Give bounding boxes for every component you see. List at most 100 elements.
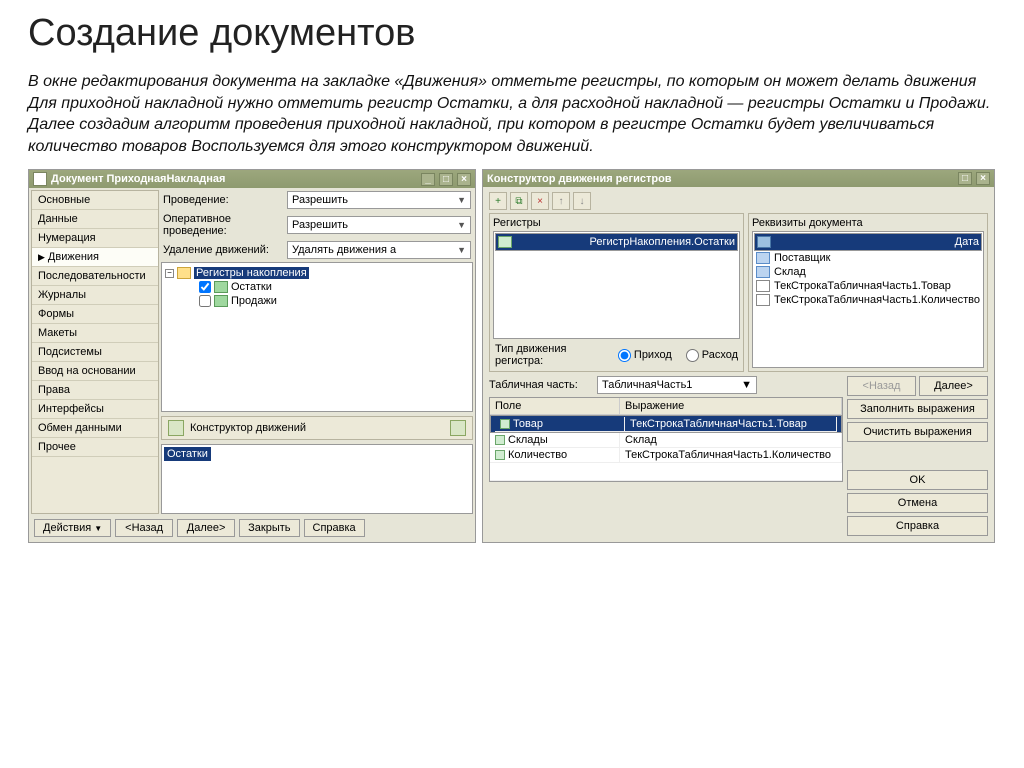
- nav-prochee[interactable]: Прочее: [32, 438, 158, 457]
- prodazhi-checkbox[interactable]: [199, 295, 211, 307]
- udal-select[interactable]: Удалять движения а▼: [287, 241, 471, 259]
- next-button[interactable]: Далее>: [177, 519, 235, 537]
- close-button[interactable]: ×: [457, 173, 471, 186]
- register-icon: [214, 295, 228, 307]
- help-button[interactable]: Справка: [304, 519, 365, 537]
- chevron-right-icon: ▶: [38, 252, 45, 263]
- rekv-item-tovar[interactable]: ТекСтрокаТабличнаяЧасть1.Товар: [754, 279, 982, 293]
- clear-expressions-button[interactable]: Очистить выражения: [847, 422, 988, 442]
- minimize-button[interactable]: _: [421, 173, 435, 186]
- window-title: Конструктор движения регистров: [487, 173, 672, 185]
- tree-prodazhi-label[interactable]: Продажи: [231, 295, 277, 307]
- register-item[interactable]: РегистрНакопления.Остатки: [495, 233, 738, 251]
- move-up-button[interactable]: ↑: [552, 192, 570, 210]
- add-button[interactable]: +: [489, 192, 507, 210]
- move-down-button[interactable]: ↓: [573, 192, 591, 210]
- maximize-button[interactable]: □: [958, 172, 972, 185]
- radio-prihod[interactable]: Приход: [618, 349, 672, 362]
- wizard-icon[interactable]: [450, 420, 466, 436]
- table-row[interactable]: Количество ТекСтрокаТабличнаяЧасть1.Коли…: [490, 448, 842, 463]
- window-title: Документ ПриходнаяНакладная: [51, 173, 225, 185]
- add-copy-button[interactable]: ⧉: [510, 192, 528, 210]
- back-button[interactable]: <Назад: [115, 519, 173, 537]
- document-editor-window: Документ ПриходнаяНакладная _ □ × Основн…: [28, 169, 476, 543]
- chevron-down-icon: ▼: [94, 524, 102, 533]
- registers-tree: − Регистры накопления Остатки: [161, 262, 473, 412]
- selected-registers-list: Остатки: [161, 444, 473, 514]
- ostatki-checkbox[interactable]: [199, 281, 211, 293]
- provedenie-label: Проведение:: [163, 194, 281, 206]
- nav-interfeisy[interactable]: Интерфейсы: [32, 400, 158, 419]
- folder-icon: [177, 267, 191, 279]
- close-button[interactable]: ×: [976, 172, 990, 185]
- cancel-button[interactable]: Отмена: [847, 493, 988, 513]
- titlebar: Конструктор движения регистров □ ×: [483, 170, 994, 187]
- nav-dvizheniya[interactable]: ▶Движения: [32, 248, 158, 267]
- registers-panel-label: Регистры: [493, 217, 740, 229]
- nav-obmen[interactable]: Обмен данными: [32, 419, 158, 438]
- nav-vvod[interactable]: Ввод на основании: [32, 362, 158, 381]
- nav-prava[interactable]: Права: [32, 381, 158, 400]
- constructor-label: Конструктор движений: [190, 422, 306, 434]
- nav-podsistemy[interactable]: Подсистемы: [32, 343, 158, 362]
- slide-title: Создание документов: [28, 12, 996, 55]
- oper-select[interactable]: Разрешить▼: [287, 216, 471, 234]
- table-row-icon: [756, 280, 770, 292]
- back-button[interactable]: <Назад: [847, 376, 916, 396]
- slide-description: В окне редактирования документа на закла…: [28, 71, 996, 157]
- ref-icon: [756, 252, 770, 264]
- toolbar: + ⧉ × ↑ ↓: [485, 189, 992, 213]
- fill-expressions-button[interactable]: Заполнить выражения: [847, 399, 988, 419]
- field-icon: [495, 450, 505, 460]
- rekvizity-panel-list: Дата Поставщик Склад ТекСтрокаТабличнаяЧ…: [752, 231, 984, 368]
- col-header-field: Поле: [490, 398, 620, 415]
- actions-button[interactable]: Действия▼: [34, 519, 111, 537]
- col-header-expr: Выражение: [620, 398, 842, 415]
- field-icon: [495, 435, 505, 445]
- chevron-down-icon: ▼: [741, 379, 752, 391]
- ok-button[interactable]: OK: [847, 470, 988, 490]
- chevron-down-icon: ▼: [457, 245, 466, 255]
- help-button[interactable]: Справка: [847, 516, 988, 536]
- table-row[interactable]: Товар ТекСтрокаТабличнаяЧасть1.Товар: [490, 415, 842, 433]
- maximize-button[interactable]: □: [439, 173, 453, 186]
- mapping-table: Поле Выражение Товар ТекСтрокаТабличнаяЧ…: [489, 397, 843, 482]
- next-button[interactable]: Далее>: [919, 376, 988, 396]
- ref-icon: [756, 266, 770, 278]
- document-icon: [33, 172, 47, 186]
- nav-formy[interactable]: Формы: [32, 305, 158, 324]
- nav-numeratsiya[interactable]: Нумерация: [32, 229, 158, 248]
- nav-osnovnye[interactable]: Основные: [32, 191, 158, 210]
- tree-ostatki-label[interactable]: Остатки: [231, 281, 272, 293]
- rekv-item-sklad[interactable]: Склад: [754, 265, 982, 279]
- list-item-ostatki[interactable]: Остатки: [164, 447, 211, 461]
- delete-button[interactable]: ×: [531, 192, 549, 210]
- titlebar: Документ ПриходнаяНакладная _ □ ×: [29, 170, 475, 188]
- close-button[interactable]: Закрыть: [239, 519, 299, 537]
- rekvizity-panel-label: Реквизиты документа: [752, 217, 984, 229]
- plus-register-icon: [498, 236, 512, 248]
- rekv-item-data[interactable]: Дата: [754, 233, 982, 251]
- table-row[interactable]: Склады Склад: [490, 433, 842, 448]
- nav-makety[interactable]: Макеты: [32, 324, 158, 343]
- movements-constructor-window: Конструктор движения регистров □ × + ⧉ ×…: [482, 169, 995, 543]
- nav-posledovatelnosti[interactable]: Последовательности: [32, 267, 158, 286]
- provedenie-select[interactable]: Разрешить▼: [287, 191, 471, 209]
- tabular-part-select[interactable]: ТабличнаяЧасть1▼: [597, 376, 757, 394]
- register-icon: [214, 281, 228, 293]
- oper-label: Оперативное проведение:: [163, 213, 281, 237]
- udal-label: Удаление движений:: [163, 244, 281, 256]
- chevron-down-icon: ▼: [457, 195, 466, 205]
- tree-collapse-icon[interactable]: −: [165, 269, 174, 278]
- rekv-item-postavshchik[interactable]: Поставщик: [754, 251, 982, 265]
- nav-zhurnaly[interactable]: Журналы: [32, 286, 158, 305]
- radio-rashod[interactable]: Расход: [686, 349, 738, 362]
- nav-dannye[interactable]: Данные: [32, 210, 158, 229]
- tabular-part-label: Табличная часть:: [489, 379, 591, 391]
- chevron-down-icon: ▼: [457, 220, 466, 230]
- rekv-item-kolichestvo[interactable]: ТекСтрокаТабличнаяЧасть1.Количество: [754, 293, 982, 307]
- field-icon: [500, 419, 510, 429]
- tree-root-label[interactable]: Регистры накопления: [194, 267, 309, 279]
- constructor-icon: [168, 420, 184, 436]
- nav-tabs: Основные Данные Нумерация ▶Движения Посл…: [31, 190, 159, 514]
